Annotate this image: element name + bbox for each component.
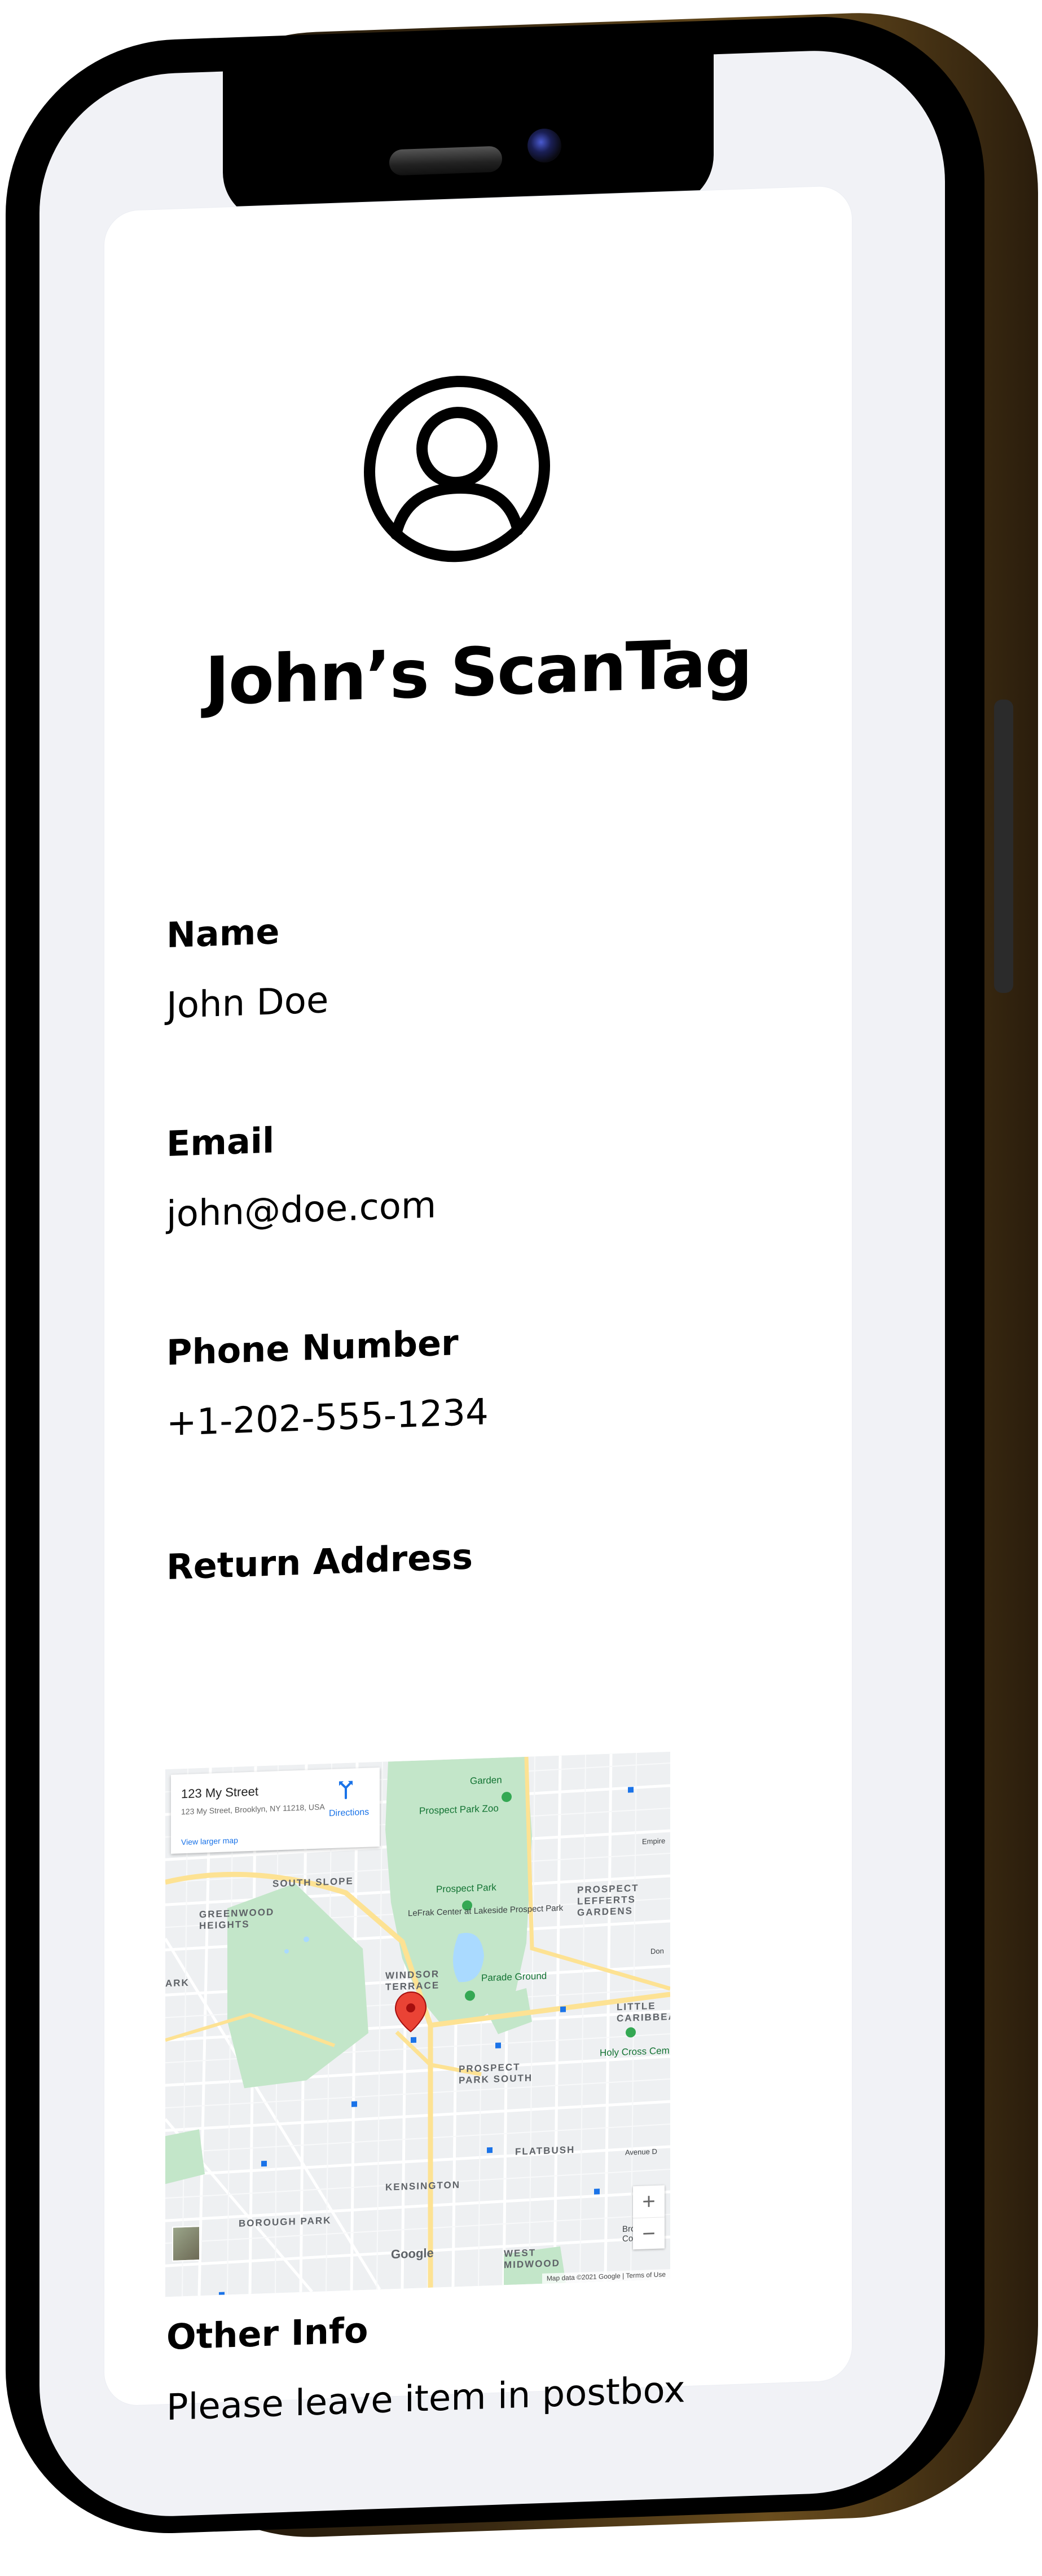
map-info-window: 123 My Street 123 My Street, Brooklyn, N… — [171, 1767, 380, 1854]
directions-link[interactable]: Directions — [329, 1808, 369, 1819]
map-zoom-controls: + − — [633, 2185, 665, 2250]
map-info-title: 123 My Street — [181, 1784, 258, 1801]
speaker-grille — [389, 146, 502, 176]
map-label-west-midwood: WEST MIDWOOD — [504, 2247, 560, 2271]
phone-label: Phone Number — [166, 1322, 459, 1374]
map-label-empire: Empire — [642, 1836, 666, 1846]
scantag-card: John’s ScanTag Name John Doe Email john@… — [104, 185, 852, 2429]
name-value: John Doe — [166, 979, 329, 1027]
side-button — [994, 700, 1013, 993]
map-info-address: 123 My Street, Brooklyn, NY 11218, USA — [181, 1802, 325, 1817]
map-label-little-caribbean: LITTLE CARIBBEAN — [617, 2000, 670, 2024]
other-info-label: Other Info — [166, 2309, 368, 2358]
map-label-prospect-park-south: PROSPECT PARK SOUTH — [459, 2061, 533, 2086]
name-label: Name — [166, 911, 280, 956]
zoom-in-button[interactable]: + — [633, 2185, 665, 2218]
map-label-don: Don — [650, 1946, 664, 1956]
street-view-pegman[interactable] — [172, 2226, 200, 2262]
map-label-greenwood: GREENWOOD HEIGHTS — [199, 1906, 275, 1932]
view-larger-map-link[interactable]: View larger map — [181, 1836, 238, 1847]
front-camera — [527, 129, 561, 162]
email-value[interactable]: john@doe.com — [166, 1184, 436, 1236]
google-logo: Google — [391, 2245, 434, 2262]
map-label-prospect-lefferts: PROSPECT LEFFERTS GARDENS — [577, 1882, 639, 1918]
phone-mockup: John’s ScanTag Name John Doe Email john@… — [0, 0, 1042, 2576]
map-label-flatbush: FLATBUSH — [515, 2144, 575, 2157]
page-title: John’s ScanTag — [204, 623, 752, 720]
map-label-windsor-terrace: WINDSOR TERRACE — [385, 1968, 440, 1993]
map-label-prospect-park: Prospect Park — [436, 1882, 496, 1895]
email-label: Email — [166, 1119, 275, 1165]
map-label-parade-ground: Parade Ground — [481, 1970, 547, 1984]
directions-icon[interactable] — [336, 1778, 356, 1800]
map-label-ark: ARK — [165, 1977, 190, 1989]
return-address-label: Return Address — [166, 1536, 473, 1588]
user-circle-icon — [364, 376, 550, 562]
zoom-out-button[interactable]: − — [633, 2217, 665, 2250]
return-address-map[interactable]: 123 My Street 123 My Street, Brooklyn, N… — [165, 1751, 670, 2297]
map-label-garden: Garden — [470, 1774, 502, 1787]
phone-value[interactable]: +1-202-555-1234 — [166, 1391, 489, 1444]
map-label-avenue-d: Avenue D — [625, 2147, 657, 2157]
